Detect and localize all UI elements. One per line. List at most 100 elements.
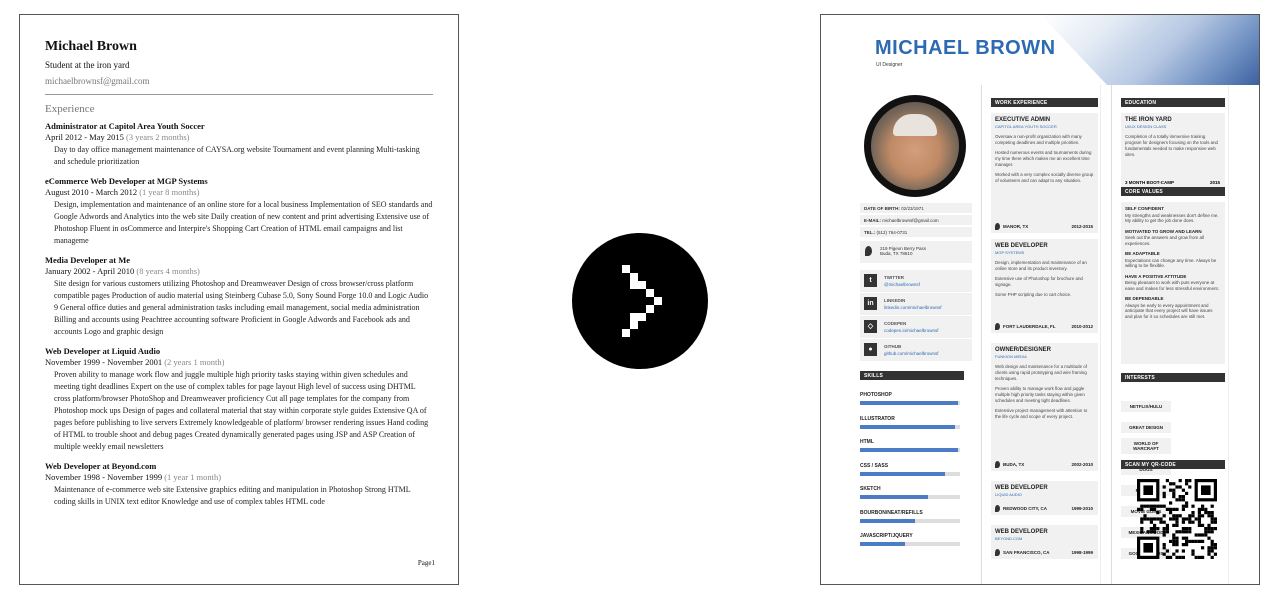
skill-label: BOURBON/NEAT/REFILLS [860,509,923,516]
work-location-row: SAN FRANCISCO, CA 1998-1999 [991,547,1098,559]
dob-value: 02/23/1971 [901,206,924,211]
social-handle[interactable]: github.com/michaelbrownsf [884,351,939,356]
core-values-card: SELF CONFIDENT My strengths and weaknesse… [1121,202,1225,364]
page-number: Page1 [417,559,435,567]
dob-row: DATE OF BIRTH: 02/23/1971 [860,203,972,213]
avatar-cap [893,114,937,136]
skill-bar-fill [860,518,915,523]
education-program: 3 MONTH BOOT-CAMP [1125,180,1174,185]
skill-bar [860,448,960,452]
profile-column: DATE OF BIRTH: 02/23/1971 E-MAIL: michae… [856,85,976,584]
plain-job-duration: (2 years 1 month) [164,357,225,367]
map-pin-icon [995,323,1000,330]
skill-label: SKETCH [860,486,881,492]
education-desc: Completion of a totally immersive traini… [1125,134,1218,157]
work-desc: Design, implementation and maintenance o… [995,260,1094,298]
core-value: MOTIVATED TO GROW AND LEARN Seek out the … [1125,229,1221,247]
work-desc-line: Hosted numerous events and tournaments d… [995,150,1092,167]
skill-bar-fill [860,448,958,452]
work-years: 2010-2012 [1071,324,1093,329]
plain-job-duration: (1 year 1 month) [164,472,222,482]
core-value-desc: Being pleasant to work with puts everyon… [1125,280,1220,291]
skill-bar [860,518,960,523]
core-value-title: HAVE A POSITIVE ATTITUDE [1125,273,1187,279]
header-graphic [1041,15,1259,85]
skill-label: PHOTOSHOP [860,392,892,398]
social-codepen[interactable]: ◇ CODEPEN codepen.io/michaelbrownsf [860,316,972,338]
work-card: WEB DEVELOPER MGP SYSTEMS Design, implem… [991,239,1098,321]
work-desc-line: Design, implementation and maintenance o… [995,260,1087,271]
education-year: 2015 [1209,180,1220,185]
core-values-header: CORE VALUES [1121,187,1225,196]
skill-bar-fill [860,424,955,429]
github-icon: ● [864,343,877,356]
social-twitter[interactable]: t TWITTER @michaelbrownsf [860,270,972,292]
qr-code-icon[interactable] [1137,479,1217,559]
skill-label: CSS / SASS [860,462,889,469]
work-company: FUNKION MEDIA [995,354,1027,359]
skill-row: BOURBON/NEAT/REFILLS [860,509,960,523]
plain-job-dates: August 2010 - March 2012 (1 year 8 month… [45,187,433,197]
skill-row: JAVASCRIPT/JQUERY [860,533,960,546]
work-title: OWNER/DESIGNER [995,347,1052,353]
core-value: BE DEPENDABLE Always be early to every ap… [1125,296,1221,319]
plain-job: Media Developer at Me January 2002 - Apr… [45,255,433,338]
plain-job: Administrator at Capitol Area Youth Socc… [45,121,433,168]
core-value-title: SELF CONFIDENT [1125,206,1164,211]
plain-job-date-range: January 2002 - April 2010 [45,266,135,276]
social-github[interactable]: ● GITHUB github.com/michaelbrownsf [860,339,972,361]
plain-job-dates: January 2002 - April 2010 (8 years 4 mon… [45,266,433,276]
plain-job-dates: November 1999 - November 2001 (2 years 1… [45,357,433,367]
core-value-title: BE DEPENDABLE [1125,296,1164,301]
work-company: BEYOND.COM [995,536,1023,541]
plain-job-title: Web Developer at Liquid Audio [45,346,161,356]
plain-job: eCommerce Web Developer at MGP Systems A… [45,176,433,247]
social-label: CODEPEN [884,321,907,326]
social-handle[interactable]: linkedin.com/michaelbrownsf [884,305,942,310]
work-desc-line: Extensive use of Photoshop for brochure … [995,276,1083,287]
work-card: EXECUTIVE ADMIN CAPITOL AREA YOUTH SOCCE… [991,113,1098,221]
plain-subtitle: Student at the iron yard [45,60,130,70]
codepen-icon: ◇ [864,320,877,333]
resume-role: UI Designer [876,62,903,68]
plain-name: Michael Brown [45,39,137,54]
skill-label: HTML [860,439,874,445]
skill-row: HTML [860,439,960,452]
education-class: UI/UX DESIGN CLASS [1125,124,1167,129]
work-years: 1999-2010 [1071,506,1093,511]
email-value: michaelbrownsf@gmail.com [882,218,939,223]
social-handle[interactable]: @michaelbrownsf [884,282,920,287]
skill-row: PHOTOSHOP [860,392,960,405]
plain-job-duration: (3 years 2 months) [125,132,190,142]
work-company: CAPITOL AREA YOUTH SOCCER [995,124,1057,129]
skill-label: ILLUSTRATOR [860,415,895,422]
twitter-icon: t [864,274,877,287]
tel-value: (512) 764-0731 [876,230,908,235]
education-header: EDUCATION [1121,98,1225,107]
plain-job-dates: April 2012 - May 2015 (3 years 2 months) [45,132,433,142]
map-pin-icon [995,223,1000,230]
work-location-row: FORT LAUDERDALE, FL 2010-2012 [991,321,1098,333]
plain-resume: Michael Brown Student at the iron yard m… [19,14,459,585]
social-linkedin[interactable]: in LINKEDIN linkedin.com/michaelbrownsf [860,293,972,315]
work-city: MANOR, TX [1003,224,1029,229]
plain-job-title: Media Developer at Me [45,255,131,265]
core-value-desc: Seek out the answers and grow from all e… [1125,235,1205,246]
social-handle[interactable]: codepen.io/michaelbrownsf [884,328,939,333]
education-column: EDUCATION THE IRON YARD UI/UX DESIGN CLA… [1111,85,1229,584]
work-desc: Oversaw a non-profit organization with m… [995,134,1094,184]
resume-name: MICHAEL BROWN [875,37,1056,59]
work-desc-line: Extensive project management with attent… [995,408,1088,419]
core-value-desc: Expectations can change any time. Always… [1125,257,1217,269]
skill-bar-fill [860,471,945,476]
plain-job-date-range: April 2012 - May 2015 [45,132,124,142]
chevron-right-icon [572,233,708,369]
work-desc-line: Some PHP scripting due to cart choice. [995,292,1072,297]
plain-job-date-range: August 2010 - March 2012 [45,187,138,197]
plain-job-duration: (8 years 4 months) [136,266,200,276]
tel-label: TEL.: [864,230,876,235]
work-location-row: BUDA, TX 2002-2010 [991,459,1098,471]
skill-label: JAVASCRIPT/JQUERY [860,533,913,539]
work-city: REDWOOD CITY, CA [1003,506,1048,511]
work-title: WEB DEVELOPER [995,529,1048,535]
